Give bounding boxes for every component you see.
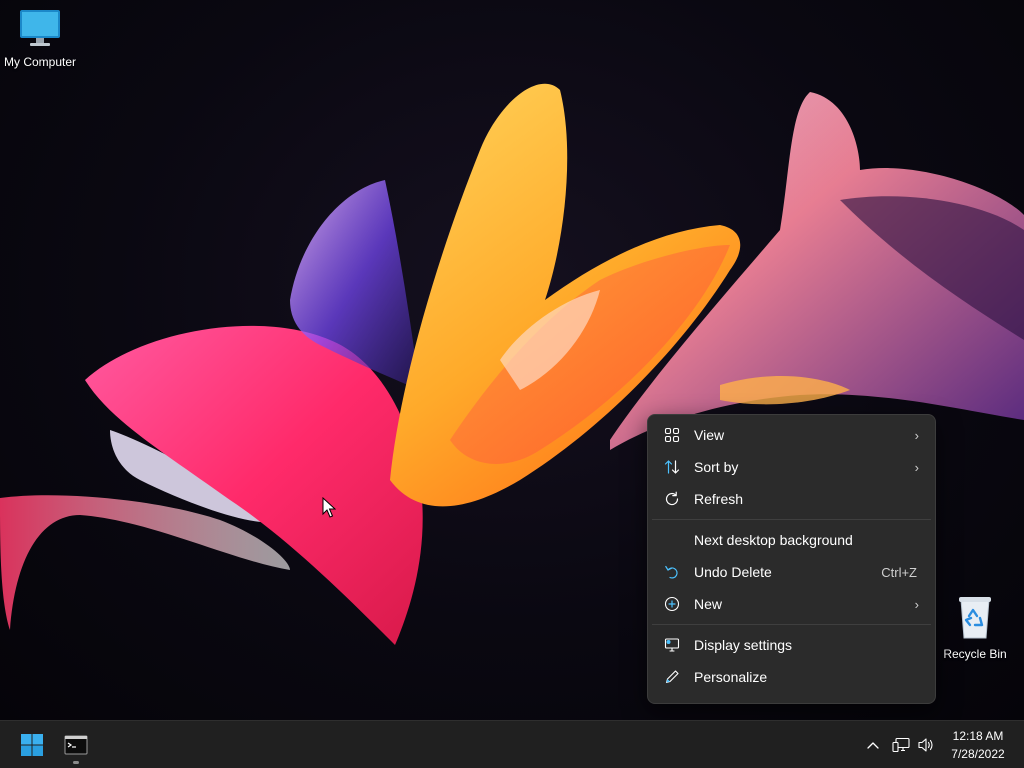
add-circle-icon xyxy=(664,596,680,612)
chevron-right-icon: › xyxy=(914,596,919,612)
terminal-taskbar-button[interactable] xyxy=(56,725,96,765)
chevron-right-icon: › xyxy=(914,427,919,443)
desktop-context-menu: View › Sort by › Refresh Next desktop ba… xyxy=(647,414,936,704)
desktop-icon-my-computer[interactable]: My Computer xyxy=(0,8,80,69)
pen-icon xyxy=(664,669,680,685)
menu-item-label: View xyxy=(694,427,725,443)
menu-item-shortcut: Ctrl+Z xyxy=(881,564,917,580)
refresh-icon xyxy=(664,491,680,507)
menu-item-label: Next desktop background xyxy=(694,532,853,548)
desktop-icon-recycle-bin[interactable]: Recycle Bin xyxy=(935,594,1015,661)
sort-icon xyxy=(664,459,680,475)
menu-separator xyxy=(652,519,931,520)
menu-item-sort-by[interactable]: Sort by › xyxy=(652,451,931,483)
menu-item-refresh[interactable]: Refresh xyxy=(652,483,931,515)
menu-item-undo-delete[interactable]: Undo Delete Ctrl+Z xyxy=(652,556,931,588)
network-icon[interactable] xyxy=(891,735,911,755)
menu-item-display-settings[interactable]: Display settings xyxy=(652,629,931,661)
menu-item-view[interactable]: View › xyxy=(652,419,931,451)
terminal-icon xyxy=(64,735,88,755)
menu-item-label: Sort by xyxy=(694,459,739,475)
menu-separator xyxy=(652,624,931,625)
chevron-right-icon: › xyxy=(914,459,919,475)
chevron-up-icon[interactable] xyxy=(863,735,883,755)
clock-time: 12:18 AM xyxy=(952,729,1004,743)
start-button[interactable] xyxy=(12,725,52,765)
taskbar: 12:18 AM 7/28/2022 xyxy=(0,720,1024,768)
desktop-icon-label: Recycle Bin xyxy=(943,647,1007,661)
monitor-icon xyxy=(20,10,60,46)
taskbar-clock[interactable]: 12:18 AM 7/28/2022 xyxy=(940,727,1016,763)
clock-date: 7/28/2022 xyxy=(951,747,1005,761)
menu-item-label: Undo Delete xyxy=(694,564,772,580)
menu-item-next-desktop-background[interactable]: Next desktop background xyxy=(652,524,931,556)
view-grid-icon xyxy=(664,427,680,443)
menu-item-new[interactable]: New › xyxy=(652,588,931,620)
menu-item-label: Refresh xyxy=(694,491,744,507)
running-app-indicator xyxy=(73,761,79,764)
desktop-icon-label: My Computer xyxy=(3,55,77,69)
menu-item-label: Display settings xyxy=(694,637,793,653)
windows-start-icon xyxy=(21,734,43,756)
recycle-bin-icon xyxy=(959,597,991,639)
menu-item-label: New xyxy=(694,596,723,612)
mouse-cursor-icon xyxy=(322,497,336,518)
undo-icon xyxy=(664,564,680,580)
menu-item-label: Personalize xyxy=(694,669,768,685)
menu-item-personalize[interactable]: Personalize xyxy=(652,661,931,693)
display-settings-icon xyxy=(664,637,680,653)
volume-icon[interactable] xyxy=(916,735,936,755)
